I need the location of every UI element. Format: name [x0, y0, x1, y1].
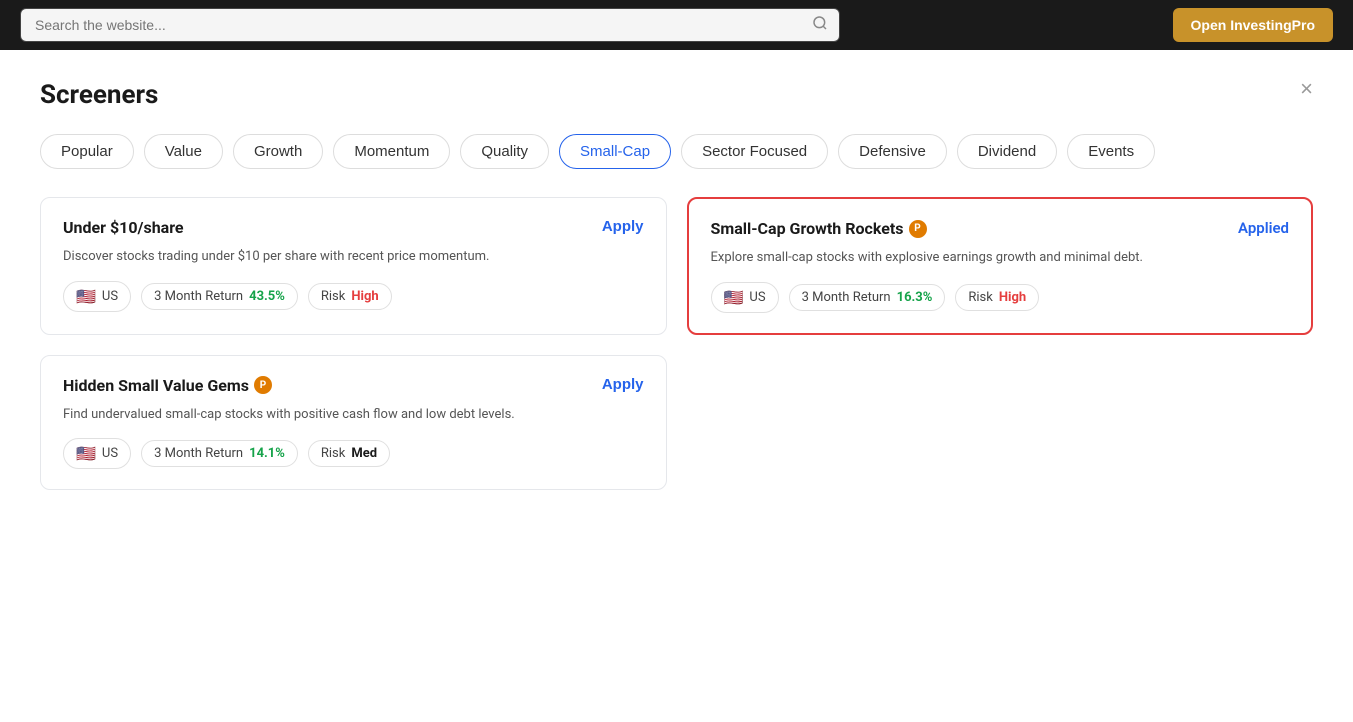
flag-icon: 🇺🇸	[76, 287, 96, 306]
risk-tag: Risk Med	[308, 440, 390, 467]
filter-tab-dividend[interactable]: Dividend	[957, 134, 1057, 169]
close-button[interactable]: ×	[1300, 78, 1313, 100]
filter-tab-sector[interactable]: Sector Focused	[681, 134, 828, 169]
card-header: Under $10/share Apply	[63, 218, 644, 237]
card-description: Explore small-cap stocks with explosive …	[711, 248, 1290, 268]
screeners-modal: Screeners × Popular Value Growth Momentum Qu…	[0, 50, 1353, 722]
return-value: 14.1%	[249, 446, 285, 461]
open-investingpro-button[interactable]: Open InvestingPro	[1173, 8, 1333, 42]
region-label: US	[749, 290, 765, 305]
apply-button[interactable]: Apply	[602, 218, 644, 235]
card-tags: 🇺🇸 US 3 Month Return 16.3% Risk High	[711, 282, 1290, 313]
region-label: US	[102, 446, 118, 461]
filter-tabs-container: Popular Value Growth Momentum Quality Small-C…	[40, 134, 1313, 169]
filter-tab-smallcap[interactable]: Small-Cap	[559, 134, 671, 169]
return-value: 16.3%	[897, 290, 933, 305]
modal-title: Screeners	[40, 80, 1313, 110]
region-tag: 🇺🇸 US	[711, 282, 779, 313]
card-title: Hidden Small Value Gems P	[63, 376, 272, 395]
card-header: Small-Cap Growth Rockets P Applied	[711, 219, 1290, 238]
card-title: Small-Cap Growth Rockets P	[711, 219, 927, 238]
card-description: Find undervalued small-cap stocks with p…	[63, 405, 644, 425]
return-tag: 3 Month Return 14.1%	[141, 440, 298, 467]
top-bar: Open InvestingPro	[0, 0, 1353, 50]
apply-button[interactable]: Apply	[602, 376, 644, 393]
screener-cards-grid: Under $10/share Apply Discover stocks tr…	[40, 197, 1313, 490]
screener-card-smallcap-growth: Small-Cap Growth Rockets P Applied Explo…	[687, 197, 1314, 335]
pro-badge: P	[254, 376, 272, 394]
card-title: Under $10/share	[63, 218, 184, 237]
screener-card-hidden-gems: Hidden Small Value Gems P Apply Find und…	[40, 355, 667, 491]
card-tags: 🇺🇸 US 3 Month Return 43.5% Risk High	[63, 281, 644, 312]
pro-badge: P	[909, 220, 927, 238]
applied-label: Applied	[1238, 219, 1289, 237]
filter-tab-value[interactable]: Value	[144, 134, 223, 169]
filter-tab-momentum[interactable]: Momentum	[333, 134, 450, 169]
card-tags: 🇺🇸 US 3 Month Return 14.1% Risk Med	[63, 438, 644, 469]
risk-tag: Risk High	[308, 283, 392, 310]
filter-tab-defensive[interactable]: Defensive	[838, 134, 947, 169]
filter-tab-quality[interactable]: Quality	[460, 134, 549, 169]
search-container	[20, 8, 840, 42]
filter-tab-growth[interactable]: Growth	[233, 134, 323, 169]
risk-value: Med	[351, 446, 377, 461]
screener-card-under10: Under $10/share Apply Discover stocks tr…	[40, 197, 667, 335]
filter-tab-events[interactable]: Events	[1067, 134, 1155, 169]
risk-value: High	[351, 289, 378, 304]
risk-value: High	[999, 290, 1026, 305]
filter-tab-popular[interactable]: Popular	[40, 134, 134, 169]
search-icon	[812, 15, 828, 35]
flag-icon: 🇺🇸	[76, 444, 96, 463]
return-tag: 3 Month Return 43.5%	[141, 283, 298, 310]
card-description: Discover stocks trading under $10 per sh…	[63, 247, 644, 267]
return-tag: 3 Month Return 16.3%	[789, 284, 946, 311]
region-label: US	[102, 289, 118, 304]
region-tag: 🇺🇸 US	[63, 281, 131, 312]
region-tag: 🇺🇸 US	[63, 438, 131, 469]
search-input[interactable]	[20, 8, 840, 42]
card-header: Hidden Small Value Gems P Apply	[63, 376, 644, 395]
return-value: 43.5%	[249, 289, 285, 304]
risk-tag: Risk High	[955, 284, 1039, 311]
flag-icon: 🇺🇸	[724, 288, 744, 307]
